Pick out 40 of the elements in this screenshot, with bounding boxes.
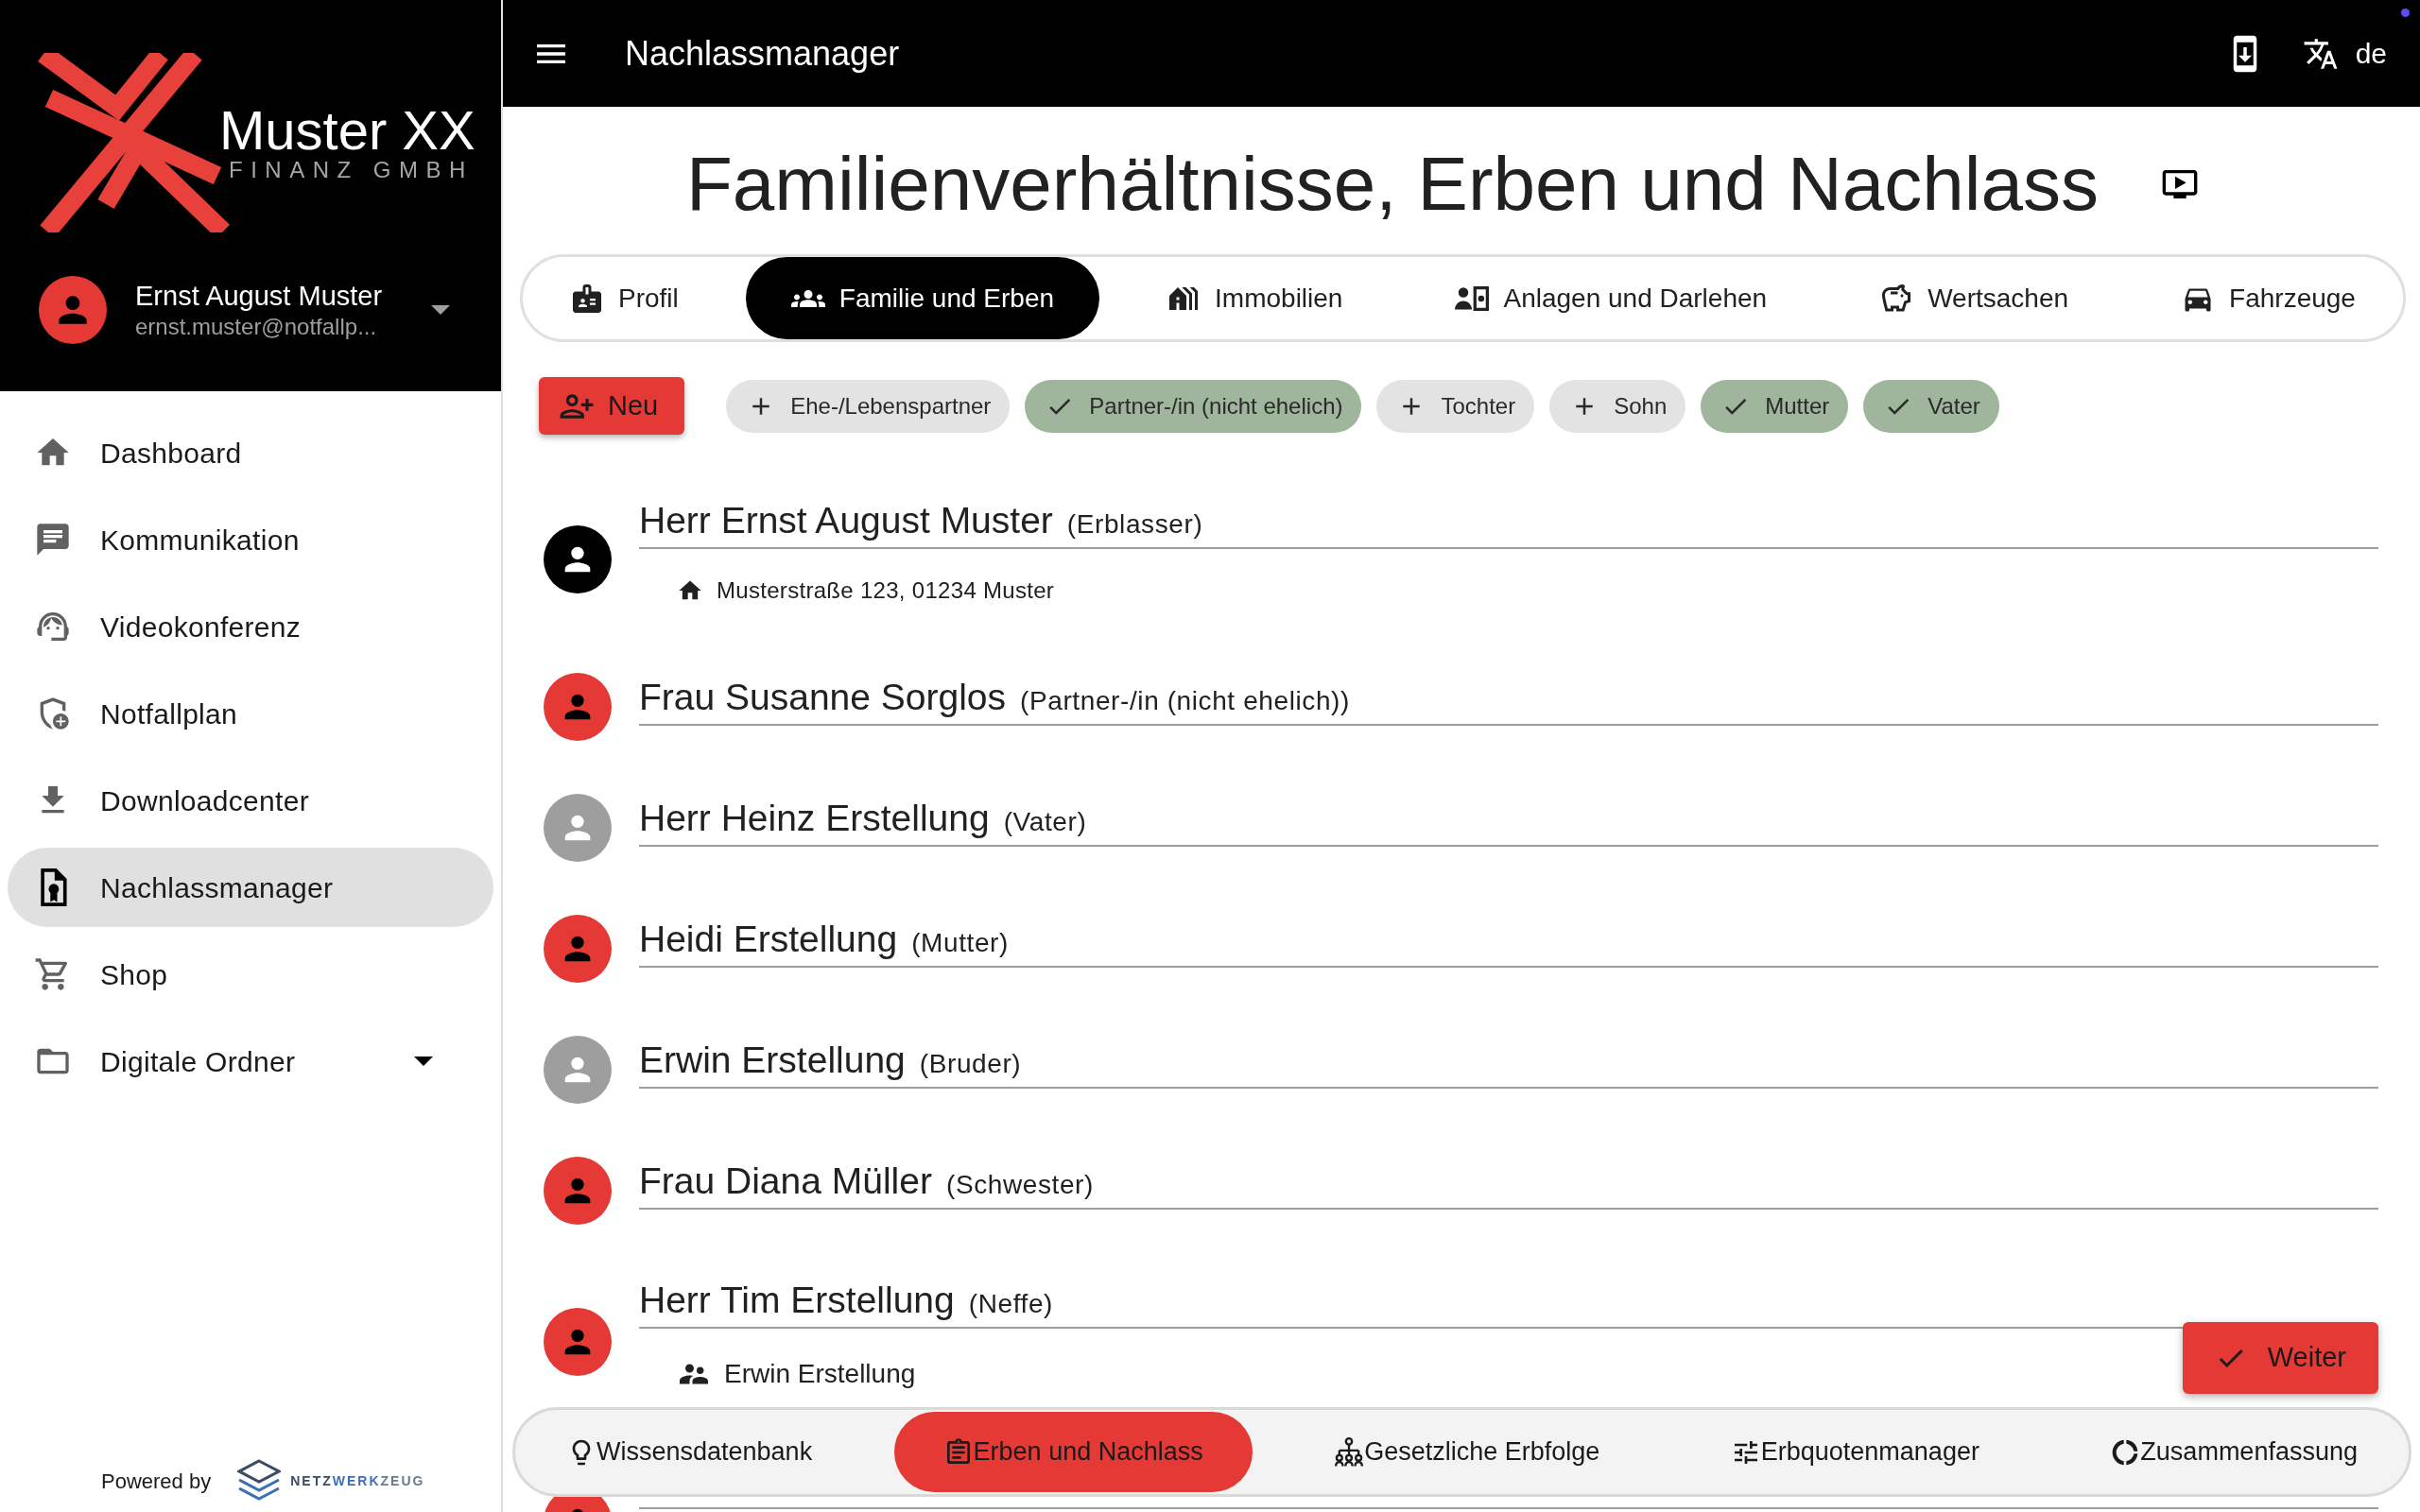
sidebar-item[interactable]: Nachlassmanager [8,848,493,927]
user-name: Ernst August Muster [135,280,384,313]
app-title: Nachlassmanager [625,32,900,75]
tab[interactable]: Familie und Erben [745,257,1100,339]
continue-button[interactable]: Weiter [2182,1322,2378,1394]
person-name: Frau Susanne Sorglos [639,675,1007,719]
caret-icon[interactable] [431,305,450,315]
person-role: (Schwester) [945,1168,1094,1201]
caret-icon [414,1057,433,1066]
person-name: Heidi Erstellung [639,917,898,961]
person-role: (Partner-/in (nicht ehelich)) [1020,684,1350,717]
language-button[interactable]: de [2302,32,2387,75]
relation-chip[interactable]: Ehe-/Lebenspartner [726,379,1011,433]
user-email: ernst.muster@notfallp... [135,313,378,341]
person-role: (Erblasser) [1066,508,1203,541]
relation-chip[interactable]: Sohn [1549,379,1686,433]
person-role: (Mutter) [911,926,1009,959]
person-role: (Neffe) [968,1288,1054,1320]
relative-name: Erwin Erstellung [724,1358,916,1390]
person-name: Herr Heinz Erstellung [639,796,990,840]
relation-chip[interactable]: Mutter [1701,379,1849,433]
nav-tab[interactable]: Erben und Nachlass [893,1412,1253,1492]
person-name: Herr Tim Erstellung [639,1279,955,1322]
person-role: (Bruder) [919,1047,1022,1080]
logo-text: Muster XX [219,103,475,158]
brand-name: NETZWERKZEUG [290,1471,425,1490]
relation-chip[interactable]: Partner-/in (nicht ehelich) [1025,379,1362,433]
powered-by-text: Powered by [101,1468,212,1495]
person-role: (Vater) [1003,805,1087,838]
person-name: Frau Diana Müller [639,1159,932,1203]
new-button[interactable]: Neu [539,377,685,435]
person-name: Erwin Erstellung [639,1038,906,1082]
relation-chip[interactable]: Tochter [1376,379,1535,433]
person-name: Herr Ernst August Muster [639,499,1053,542]
layers-logo-icon [237,1459,282,1503]
address-text: Musterstraße 123, 01234 Muster [717,576,1055,605]
relation-chip[interactable]: Vater [1863,379,1999,433]
page-title: Familienverhältnisse, Erben und Nachlass [685,141,2100,228]
logo-subtitle: FINANZ GMBH [229,158,475,182]
family-tree-icon [1334,1436,1365,1468]
